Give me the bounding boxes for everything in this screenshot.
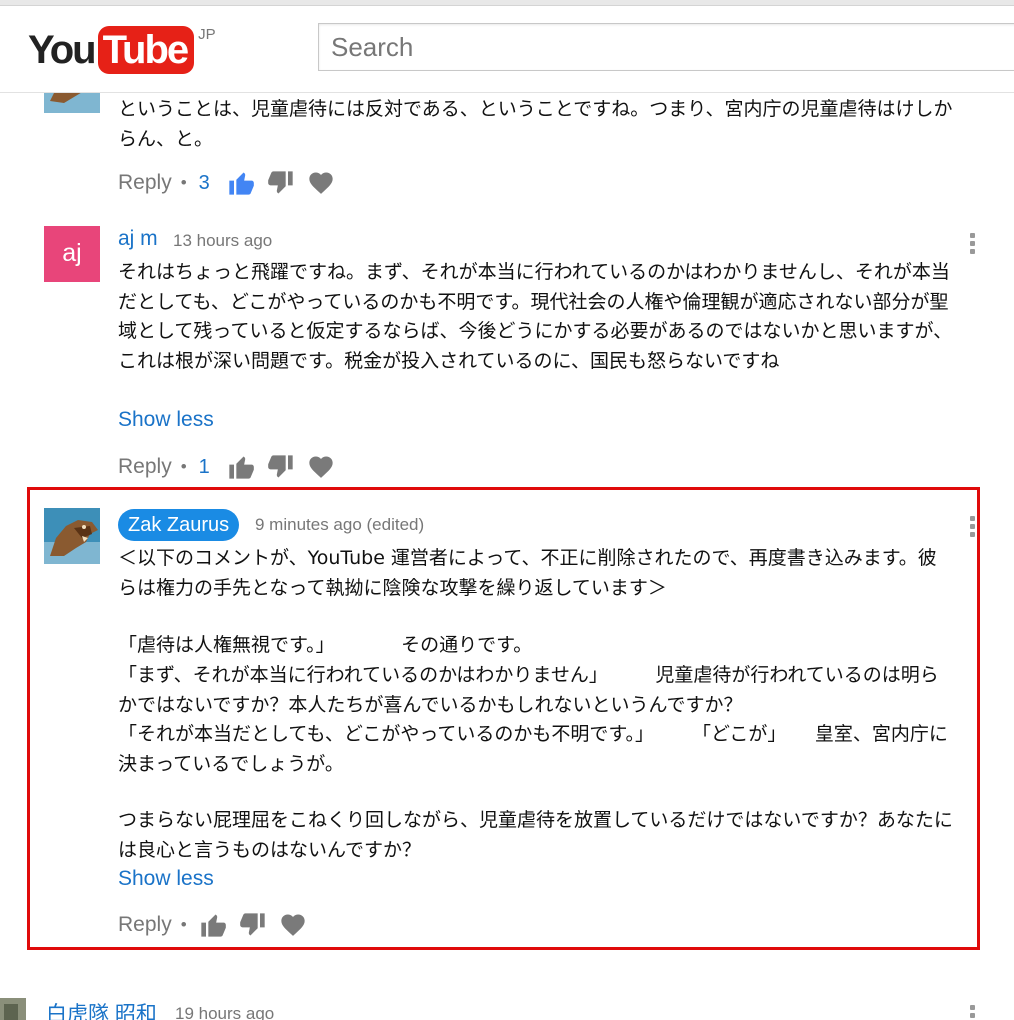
reply-button[interactable]: Reply [118,171,172,195]
logo-tube: Tube [97,26,195,74]
comment-author[interactable]: 白虎隊 昭和 [46,998,157,1020]
show-less-link[interactable]: Show less [118,867,214,891]
comment-actions: Reply • [118,910,319,940]
comment-timestamp[interactable]: 9 minutes ago (edited) [255,515,424,535]
logo-country-code: JP [198,26,216,43]
search-input[interactable] [318,23,1014,71]
separator: • [180,457,187,476]
comment-author[interactable]: aj m [118,227,158,251]
thumbs-up-icon[interactable] [227,169,255,197]
comments-section: ということは、児童虐待には反対である、ということですね。つまり、宮内庁の児童虐待… [0,93,1014,1020]
like-count: 3 [198,171,210,194]
thumbs-down-icon[interactable] [239,911,267,939]
dinosaur-avatar [44,93,100,113]
heart-icon[interactable] [279,911,307,939]
masthead: You Tube JP [0,6,1014,93]
more-vert-icon[interactable] [970,516,978,540]
logo-you: You [28,28,97,72]
comment-paragraph: つまらない屁理屈をこねくり回しながら、児童虐待を放置しているだけではないですか？… [118,809,953,861]
comment-actions: Reply • 3 [118,168,347,198]
avatar[interactable] [44,93,100,113]
more-vert-icon[interactable] [970,233,978,257]
thumbs-down-icon[interactable] [267,453,295,481]
comment-quote-line: 「虐待は人権無視です。」 その通りです。 [118,634,533,656]
separator: • [180,173,187,192]
heart-icon[interactable] [307,453,335,481]
comment-text: ということは、児童虐待には反対である、ということですね。つまり、宮内庁の児童虐待… [118,98,953,150]
avatar[interactable]: aj [44,226,100,282]
thumbs-up-icon[interactable] [227,453,255,481]
comment-timestamp[interactable]: 13 hours ago [173,231,272,251]
avatar[interactable] [0,998,26,1020]
comment-paragraph: ＜以下のコメントが、YouTube 運営者によって、不正に削除されたので、再度書… [118,547,937,599]
avatar[interactable] [44,508,100,564]
show-less-link[interactable]: Show less [118,408,214,432]
heart-icon[interactable] [307,169,335,197]
comment-quote-line: 「まず、それが本当に行われているのかはわかりません」 児童虐待が行われているのは… [118,664,939,716]
youtube-logo[interactable]: You Tube JP [28,24,216,76]
like-count: 1 [198,455,210,478]
thumbs-down-icon[interactable] [267,169,295,197]
reply-button[interactable]: Reply [118,455,172,479]
thumbs-up-icon[interactable] [199,911,227,939]
comment-text: それはちょっと飛躍ですね。まず、それが本当に行われているのかはわかりませんし、そ… [118,261,953,372]
comment-quote-line: 「それが本当だとしても、どこがやっているのかも不明です。」 「どこが」 皇室、宮… [118,723,948,775]
comment-actions: Reply • 1 [118,452,347,482]
comment-timestamp[interactable]: 19 hours ago [175,1004,274,1020]
separator: • [180,915,187,934]
comment-author-highlighted[interactable]: Zak Zaurus [118,509,240,541]
reply-button[interactable]: Reply [118,913,172,937]
dinosaur-avatar [44,508,100,564]
more-vert-icon[interactable] [970,1005,978,1020]
